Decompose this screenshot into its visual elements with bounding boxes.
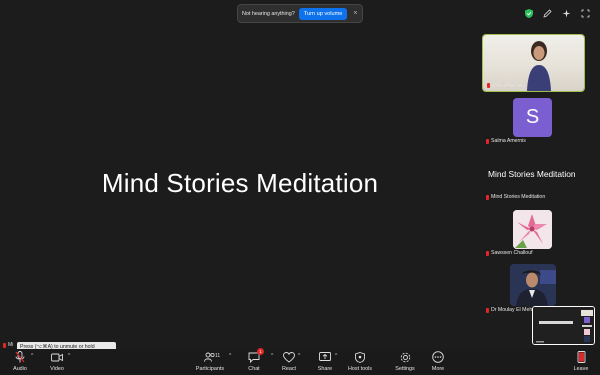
more-button[interactable]: More xyxy=(418,351,458,372)
react-button[interactable]: React xyxy=(269,351,309,372)
banner-text: Not hearing anything? xyxy=(242,10,295,17)
video-label: Video xyxy=(50,366,64,372)
share-label: Share xyxy=(317,366,333,372)
share-options-chevron-icon[interactable]: ^ xyxy=(335,353,337,359)
participant-name-label: Mind Stories Meditation xyxy=(486,194,545,200)
chat-button[interactable]: 1 Chat xyxy=(234,348,274,372)
audio-options-chevron-icon[interactable]: ^ xyxy=(31,353,33,359)
mic-muted-icon xyxy=(486,250,489,256)
top-bar: Not hearing anything? Turn up volume × xyxy=(0,0,600,23)
host-tools-button[interactable]: Host tools xyxy=(340,351,380,372)
participant-name-label: Dr Moulay El Meh xyxy=(486,307,532,313)
participant-gallery[interactable]: رشا بسام بسام S Salma Amernis Mind Stori… xyxy=(482,33,585,318)
video-camera-icon xyxy=(50,351,64,363)
heart-icon xyxy=(282,351,296,363)
participant-name-label: Salma Amernis xyxy=(486,138,526,144)
audio-warning-banner: Not hearing anything? Turn up volume × xyxy=(237,4,363,23)
person-photo xyxy=(510,264,556,306)
participant-tile[interactable]: رشا بسام بسام xyxy=(482,34,585,92)
more-icon xyxy=(431,351,445,363)
mic-muted-icon xyxy=(487,82,490,88)
speaker-mic-label: Mi xyxy=(8,342,14,348)
mic-muted-icon xyxy=(13,351,27,363)
host-tools-label: Host tools xyxy=(348,366,372,372)
share-button[interactable]: Share xyxy=(305,351,345,372)
mic-muted-icon xyxy=(486,194,489,200)
mic-muted-icon xyxy=(486,138,489,144)
participants-options-chevron-icon[interactable]: ^ xyxy=(229,353,231,359)
react-label: React xyxy=(281,366,297,372)
chat-unread-badge: 1 xyxy=(257,348,264,355)
more-label: More xyxy=(431,366,445,372)
chat-icon: 1 xyxy=(247,348,264,363)
self-view-minimap[interactable] xyxy=(532,306,595,345)
shield-icon[interactable] xyxy=(524,9,533,18)
leave-label: Leave xyxy=(573,366,589,372)
participant-profile-picture xyxy=(513,210,552,249)
settings-label: Settings xyxy=(395,366,415,372)
shield-icon xyxy=(353,351,367,363)
participant-display-name: Mind Stories Meditation xyxy=(488,169,576,179)
top-right-icons xyxy=(524,9,590,18)
leave-button[interactable]: Leave xyxy=(561,351,600,372)
share-screen-icon xyxy=(318,351,332,363)
turn-up-volume-button[interactable]: Turn up volume xyxy=(298,7,348,20)
meeting-window: Not hearing anything? Turn up volume × M… xyxy=(0,0,600,375)
mic-muted-icon xyxy=(3,342,6,348)
participants-label: Participants xyxy=(195,366,225,372)
active-speaker-name: Mind Stories Meditation xyxy=(101,167,379,198)
mic-muted-icon xyxy=(486,307,489,313)
participant-profile-picture xyxy=(510,264,556,306)
minimap-preview xyxy=(533,307,594,344)
participants-icon: 11 xyxy=(203,351,221,363)
gear-icon xyxy=(398,351,412,363)
pencil-icon[interactable] xyxy=(543,9,552,18)
video-button[interactable]: Video xyxy=(37,351,77,372)
active-speaker-view: Mind Stories Meditation xyxy=(0,22,480,344)
meeting-toolbar: Audio ^ Video ^ 11 Participants ^ 1 Chat… xyxy=(0,348,600,375)
participant-video-person xyxy=(527,41,551,91)
participants-button[interactable]: 11 Participants xyxy=(190,351,230,372)
video-options-chevron-icon[interactable]: ^ xyxy=(68,353,70,359)
participant-name-label: رشا بسام بسام xyxy=(487,82,525,88)
participant-name-label: Sawssen Challouf xyxy=(486,250,533,256)
audio-button[interactable]: Audio xyxy=(0,351,40,372)
sparkle-icon[interactable] xyxy=(562,9,571,18)
leave-icon xyxy=(574,351,588,363)
fullscreen-icon[interactable] xyxy=(581,9,590,18)
chat-label: Chat xyxy=(248,366,260,372)
react-options-chevron-icon[interactable]: ^ xyxy=(298,353,300,359)
audio-label: Audio xyxy=(13,366,27,372)
avatar: S xyxy=(513,98,552,137)
participants-count: 11 xyxy=(215,353,221,359)
lily-flower-image xyxy=(513,210,552,249)
close-banner-button[interactable]: × xyxy=(353,10,357,17)
speaker-mic-chip: Mi xyxy=(3,342,13,348)
